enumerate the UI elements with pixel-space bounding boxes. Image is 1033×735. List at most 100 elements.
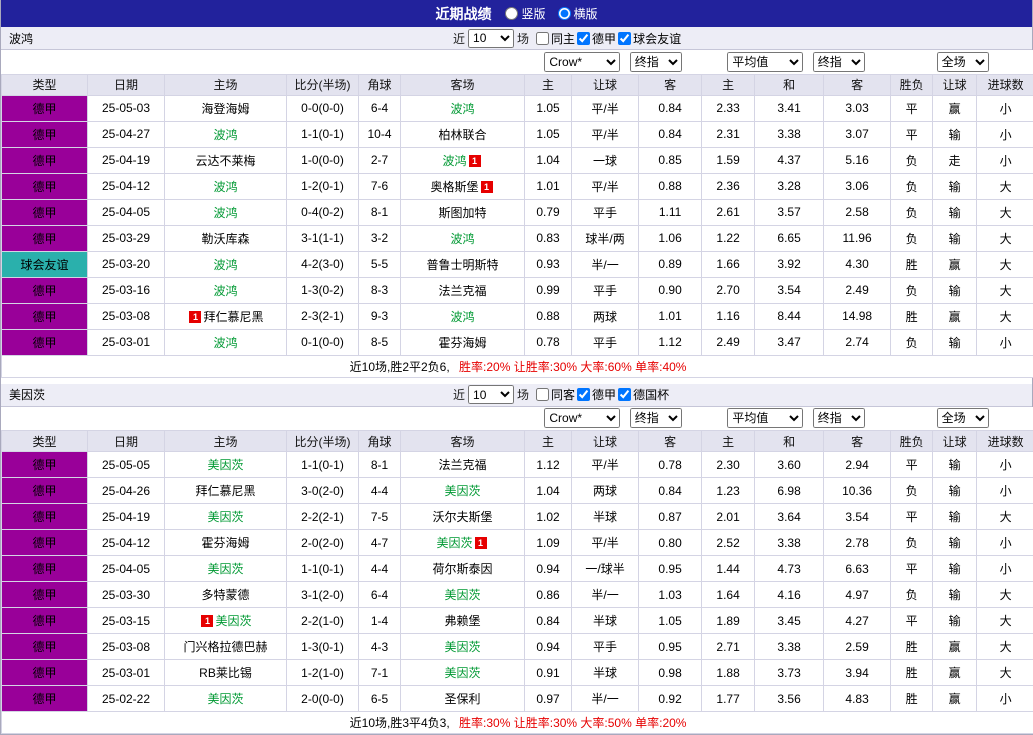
goals-result-cell: 小 xyxy=(976,94,1033,122)
away-team-cell[interactable]: 法兰克福 xyxy=(399,451,526,478)
home-team-cell[interactable]: 多特蒙德 xyxy=(164,581,287,608)
home-team-cell[interactable]: 美因茨 xyxy=(164,685,287,712)
result-cell: 负 xyxy=(890,198,934,226)
goals-result-cell: 小 xyxy=(976,146,1033,174)
away-team-cell[interactable]: 波鸿 xyxy=(399,94,526,122)
team-record-section-1: 波鸿 近 10 场 同主 德甲 球会友谊 Crow* 终指 平均值 终指 全场 … xyxy=(0,27,1033,378)
euro-company-select[interactable]: 平均值 xyxy=(727,51,804,72)
away-team-cell[interactable]: 荷尔斯泰因 xyxy=(399,555,526,582)
euro-company-select[interactable]: 平均值 xyxy=(727,408,804,429)
away-team-cell[interactable]: 沃尔夫斯堡 xyxy=(399,503,526,530)
bookmaker-select[interactable]: Crow* xyxy=(544,51,621,72)
asia-home-odds: 1.09 xyxy=(524,529,573,556)
away-team-cell[interactable]: 法兰克福 xyxy=(399,276,526,304)
corner-cell: 5-5 xyxy=(358,250,401,278)
league-type-cell: 德甲 xyxy=(1,477,88,504)
corner-cell: 2-7 xyxy=(358,146,401,174)
away-team-cell[interactable]: 波鸿 1 xyxy=(399,146,526,174)
away-team-cell[interactable]: 美因茨 xyxy=(399,659,526,686)
home-team-cell[interactable]: 拜仁慕尼黑 xyxy=(164,477,287,504)
bookmaker-select[interactable]: Crow* xyxy=(544,408,621,429)
home-team-cell[interactable]: 波鸿 xyxy=(164,198,287,226)
away-team-cell[interactable]: 美因茨 xyxy=(399,581,526,608)
filter-checkbox-input[interactable] xyxy=(536,388,550,401)
col-header-euro-draw: 和 xyxy=(754,430,825,452)
home-team-cell[interactable]: 1 美因茨 xyxy=(164,607,287,634)
home-team-cell[interactable]: 云达不莱梅 xyxy=(164,146,287,174)
filter-checkbox-input[interactable] xyxy=(577,388,591,401)
layout-mode-option[interactable]: 横版 xyxy=(557,5,598,22)
away-team-cell[interactable]: 波鸿 xyxy=(399,302,526,330)
layout-mode-option[interactable]: 竖版 xyxy=(505,5,546,22)
scope-select[interactable]: 全场 xyxy=(936,51,989,72)
home-team-cell[interactable]: 波鸿 xyxy=(164,250,287,278)
away-team-cell[interactable]: 弗赖堡 xyxy=(399,607,526,634)
red-card-badge: 1 xyxy=(474,537,487,549)
filter-checkbox[interactable]: 德甲 xyxy=(577,386,616,403)
asia-odds-time-select[interactable]: 终指 xyxy=(629,408,682,429)
home-team-cell[interactable]: 波鸿 xyxy=(164,276,287,304)
col-header-handicap-result: 让球 xyxy=(932,73,978,96)
date-cell: 25-03-08 xyxy=(87,633,165,660)
team-name: 拜仁慕尼黑 xyxy=(203,309,264,324)
away-team-cell[interactable]: 斯图加特 xyxy=(399,198,526,226)
home-team-cell[interactable]: 美因茨 xyxy=(164,555,287,582)
goals-result-cell: 小 xyxy=(976,685,1033,712)
home-team-cell[interactable]: 美因茨 xyxy=(164,451,287,478)
home-team-cell[interactable]: 霍芬海姆 xyxy=(164,529,287,556)
filter-checkbox[interactable]: 球会友谊 xyxy=(618,30,681,47)
team-name: 美因茨 xyxy=(207,510,244,524)
euro-draw-odds: 3.60 xyxy=(754,451,825,478)
layout-mode-radio[interactable] xyxy=(505,7,519,20)
home-team-cell[interactable]: 勒沃库森 xyxy=(164,224,287,252)
home-team-cell[interactable]: 波鸿 xyxy=(164,172,287,200)
recent-count-select[interactable]: 10 xyxy=(468,28,515,48)
away-team-cell[interactable]: 美因茨 xyxy=(399,633,526,660)
away-team-cell[interactable]: 奥格斯堡 1 xyxy=(399,172,526,200)
away-team-cell[interactable]: 霍芬海姆 xyxy=(399,328,526,356)
recent-count-select[interactable]: 10 xyxy=(468,385,515,404)
home-team-cell[interactable]: 波鸿 xyxy=(164,328,287,356)
away-team-cell[interactable]: 圣保利 xyxy=(399,685,526,712)
home-team-cell[interactable]: 1 拜仁慕尼黑 xyxy=(164,302,287,330)
filter-checkbox[interactable]: 德甲 xyxy=(577,30,616,47)
away-team-cell[interactable]: 美因茨 xyxy=(399,477,526,504)
asia-handicap: 球半/两 xyxy=(571,224,640,252)
euro-away-odds: 10.36 xyxy=(823,477,892,504)
filter-checkbox-input[interactable] xyxy=(577,31,591,45)
date-cell: 25-05-03 xyxy=(87,94,165,122)
filter-checkbox-input[interactable] xyxy=(618,388,632,401)
scope-select[interactable]: 全场 xyxy=(936,408,989,429)
euro-draw-odds: 4.16 xyxy=(754,581,825,608)
away-team-cell[interactable]: 美因茨 1 xyxy=(399,529,526,556)
asia-handicap: 半/一 xyxy=(571,250,640,278)
home-team-cell[interactable]: 海登海姆 xyxy=(164,94,287,122)
asia-away-odds: 0.88 xyxy=(638,172,703,200)
away-team-cell[interactable]: 柏林联合 xyxy=(399,120,526,148)
match-row: 德甲 25-04-12 霍芬海姆 2-0(2-0) 4-7 美因茨 1 1.09 平/半 0.80… xyxy=(1,529,1033,556)
home-team-cell[interactable]: RB莱比锡 xyxy=(164,659,287,686)
result-cell: 胜 xyxy=(890,302,934,330)
filter-checkbox[interactable]: 同主 xyxy=(536,30,575,47)
handicap-result-cell: 输 xyxy=(932,555,978,582)
match-row: 德甲 25-03-15 1 美因茨 2-2(1-0) 1-4 弗赖堡 0.84 半球 1.05 1.… xyxy=(1,607,1033,634)
euro-odds-time-select[interactable]: 终指 xyxy=(812,408,865,429)
handicap-result-cell: 输 xyxy=(932,276,978,304)
home-team-cell[interactable]: 波鸿 xyxy=(164,120,287,148)
filter-checkbox[interactable]: 德国杯 xyxy=(618,386,669,403)
layout-mode-radio[interactable] xyxy=(557,7,571,20)
euro-odds-time-select[interactable]: 终指 xyxy=(812,51,865,72)
filter-checkbox-input[interactable] xyxy=(536,31,550,45)
away-team-cell[interactable]: 波鸿 xyxy=(399,224,526,252)
asia-away-odds: 1.11 xyxy=(638,198,703,226)
away-team-cell[interactable]: 普鲁士明斯特 xyxy=(399,250,526,278)
result-cell: 平 xyxy=(890,120,934,148)
euro-draw-odds: 3.57 xyxy=(754,198,825,226)
asia-odds-time-select[interactable]: 终指 xyxy=(629,51,682,72)
team-title: 美因茨 xyxy=(9,388,46,402)
home-team-cell[interactable]: 美因茨 xyxy=(164,503,287,530)
filter-checkbox[interactable]: 同客 xyxy=(536,386,575,403)
filter-checkbox-input[interactable] xyxy=(618,31,632,45)
league-type-cell: 德甲 xyxy=(1,685,88,712)
home-team-cell[interactable]: 门兴格拉德巴赫 xyxy=(164,633,287,660)
